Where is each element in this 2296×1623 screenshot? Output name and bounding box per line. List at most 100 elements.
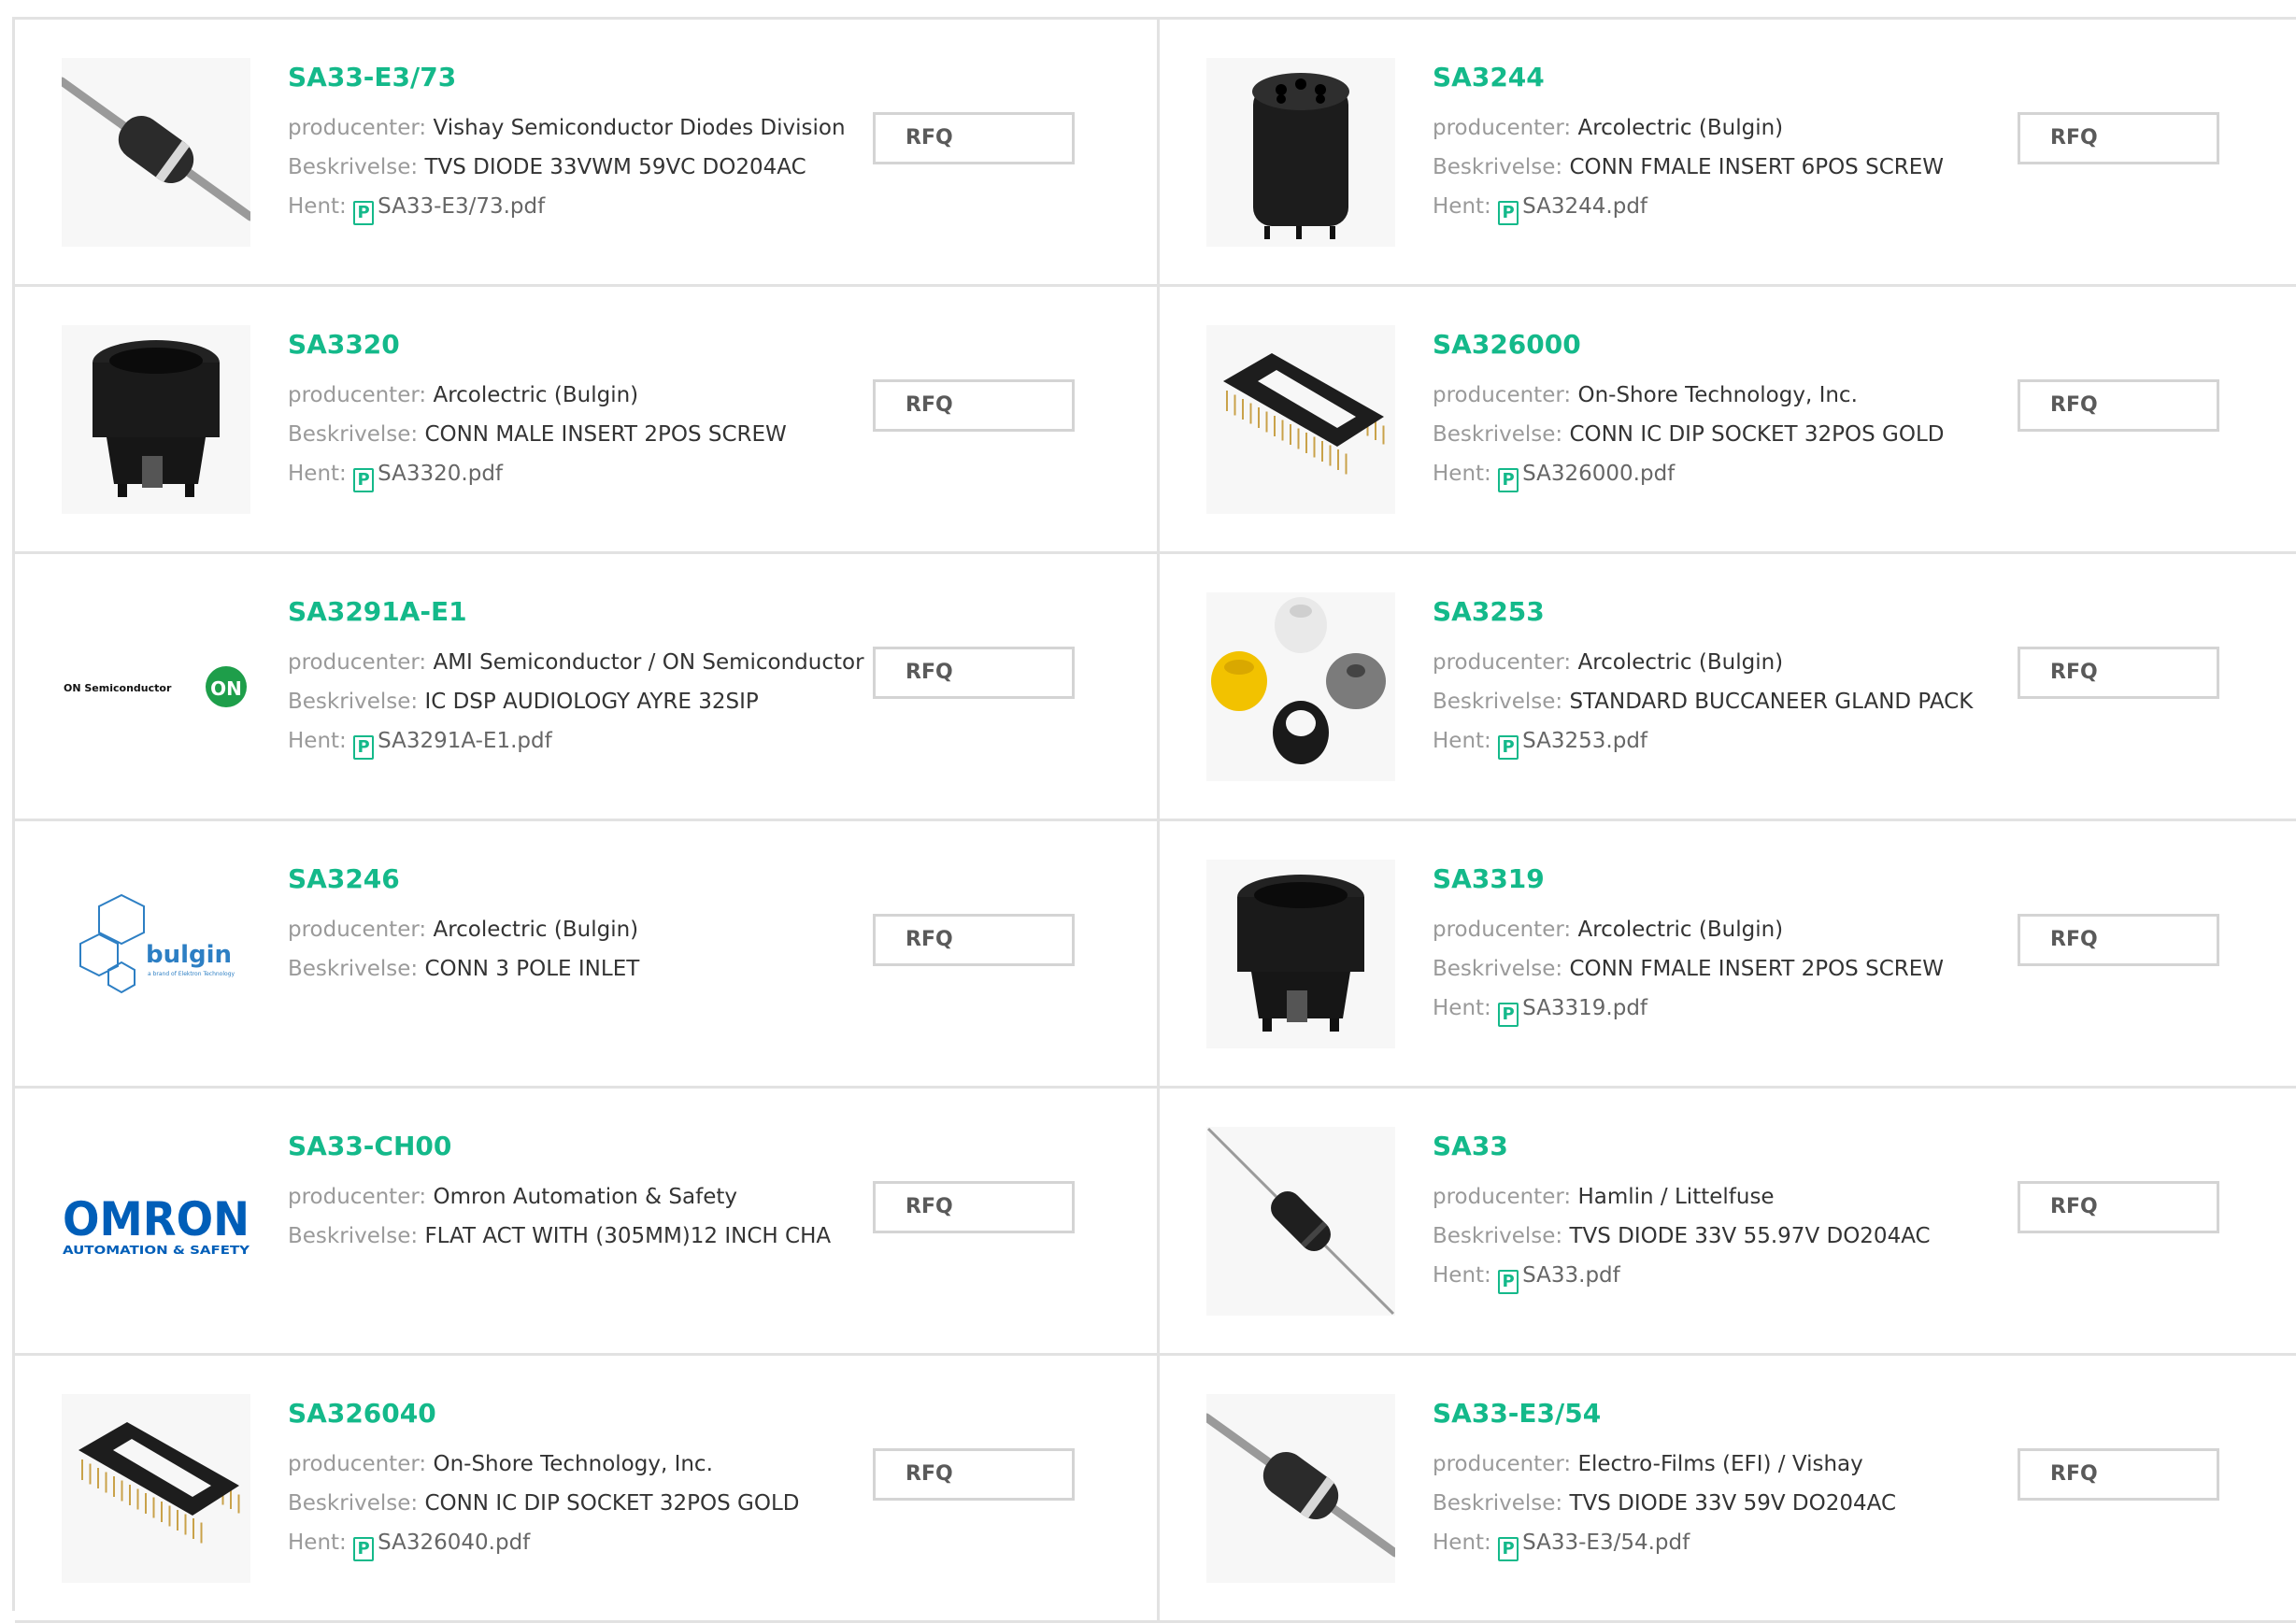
- product-info: SA3253 producenter: Arcolectric (Bulgin)…: [1433, 596, 2012, 761]
- part-number-link[interactable]: SA3244: [1433, 62, 2012, 93]
- pdf-icon[interactable]: P: [1498, 201, 1519, 225]
- rfq-button[interactable]: RFQ: [2018, 647, 2219, 699]
- download-line: Hent: P SA33-E3/54.pdf: [1433, 1523, 2012, 1562]
- description-label: Beskrivelse:: [1433, 1224, 1563, 1248]
- product-info: SA326000 producenter: On-Shore Technolog…: [1433, 329, 2012, 493]
- product-image[interactable]: [1206, 325, 1395, 514]
- description-label: Beskrivelse:: [288, 1491, 419, 1516]
- product-card-sa3246: bulgin a brand of Elektron Technology SA3…: [15, 821, 1160, 1089]
- download-label: Hent:: [1433, 996, 1491, 1020]
- description-value: IC DSP AUDIOLOGY AYRE 32SIP: [424, 690, 759, 714]
- rfq-button[interactable]: RFQ: [2018, 112, 2219, 164]
- part-number-link[interactable]: SA3253: [1433, 596, 2012, 628]
- download-line: Hent: P SA3253.pdf: [1433, 721, 2012, 761]
- datasheet-pdf-link[interactable]: SA33-E3/73.pdf: [378, 194, 545, 219]
- svg-text:ON Semiconductor: ON Semiconductor: [64, 682, 172, 694]
- product-image[interactable]: [62, 1394, 250, 1583]
- diode-icon: [62, 77, 250, 221]
- pdf-icon[interactable]: P: [1498, 1537, 1519, 1561]
- rfq-button[interactable]: RFQ: [2018, 1181, 2219, 1233]
- part-number-link[interactable]: SA3319: [1433, 863, 2012, 895]
- pdf-icon[interactable]: P: [353, 1537, 375, 1561]
- datasheet-pdf-link[interactable]: SA3319.pdf: [1522, 996, 1647, 1020]
- product-image[interactable]: [1206, 860, 1395, 1048]
- description-label: Beskrivelse:: [288, 690, 419, 714]
- rfq-button[interactable]: RFQ: [873, 647, 1075, 699]
- product-info: SA3291A-E1 producenter: AMI Semiconducto…: [288, 596, 867, 761]
- producer-label: producenter:: [288, 1185, 427, 1209]
- product-image[interactable]: [1206, 592, 1395, 781]
- product-image[interactable]: OMRON AUTOMATION & SAFETY: [62, 1127, 250, 1316]
- download-label: Hent:: [1433, 1530, 1491, 1555]
- description-label: Beskrivelse:: [288, 957, 419, 981]
- rfq-button[interactable]: RFQ: [873, 379, 1075, 432]
- rfq-button[interactable]: RFQ: [873, 914, 1075, 966]
- part-number-link[interactable]: SA326000: [1433, 329, 2012, 361]
- description-value: STANDARD BUCCANEER GLAND PACK: [1569, 690, 1974, 714]
- download-line: Hent: P SA33.pdf: [1433, 1256, 2012, 1295]
- diode-icon: [1206, 1127, 1395, 1316]
- product-info: SA3319 producenter: Arcolectric (Bulgin)…: [1433, 863, 2012, 1028]
- download-label: Hent:: [288, 462, 347, 486]
- pdf-icon[interactable]: P: [353, 201, 375, 225]
- part-number-link[interactable]: SA33: [1433, 1131, 2012, 1162]
- producer-label: producenter:: [288, 1452, 427, 1476]
- producer-value: On-Shore Technology, Inc.: [1577, 383, 1858, 407]
- datasheet-pdf-link[interactable]: SA3244.pdf: [1522, 194, 1647, 219]
- part-number-link[interactable]: SA326040: [288, 1398, 867, 1430]
- datasheet-pdf-link[interactable]: SA33-E3/54.pdf: [1522, 1530, 1690, 1555]
- description-line: Beskrivelse: CONN FMALE INSERT 2POS SCRE…: [1433, 949, 2012, 989]
- producer-value: Arcolectric (Bulgin): [1577, 116, 1784, 140]
- datasheet-pdf-link[interactable]: SA3253.pdf: [1522, 729, 1647, 753]
- rfq-button[interactable]: RFQ: [2018, 1448, 2219, 1501]
- producer-value: Vishay Semiconductor Diodes Division: [433, 116, 846, 140]
- part-number-link[interactable]: SA33-E3/73: [288, 62, 867, 93]
- description-value: CONN MALE INSERT 2POS SCREW: [424, 422, 787, 447]
- pdf-icon[interactable]: P: [1498, 1270, 1519, 1294]
- product-image[interactable]: [1206, 58, 1395, 247]
- product-card-sa3320: SA3320 producenter: Arcolectric (Bulgin)…: [15, 287, 1160, 554]
- producer-label: producenter:: [288, 116, 427, 140]
- producer-line: producenter: Arcolectric (Bulgin): [1433, 643, 2012, 682]
- rfq-button[interactable]: RFQ: [2018, 914, 2219, 966]
- pdf-icon[interactable]: P: [1498, 1003, 1519, 1027]
- download-label: Hent:: [1433, 729, 1491, 753]
- description-value: CONN 3 POLE INLET: [424, 957, 640, 981]
- datasheet-pdf-link[interactable]: SA3291A-E1.pdf: [378, 729, 552, 753]
- part-number-link[interactable]: SA33-CH00: [288, 1131, 867, 1162]
- pdf-icon[interactable]: P: [353, 735, 375, 760]
- rfq-button[interactable]: RFQ: [873, 112, 1075, 164]
- rfq-button[interactable]: RFQ: [873, 1181, 1075, 1233]
- producer-label: producenter:: [1433, 383, 1572, 407]
- product-image[interactable]: [62, 325, 250, 514]
- product-image[interactable]: [1206, 1127, 1395, 1316]
- pdf-icon[interactable]: P: [353, 468, 375, 492]
- pdf-icon[interactable]: P: [1498, 468, 1519, 492]
- description-label: Beskrivelse:: [288, 422, 419, 447]
- datasheet-pdf-link[interactable]: SA326040.pdf: [378, 1530, 530, 1555]
- download-line: Hent: P SA3320.pdf: [288, 454, 867, 493]
- product-image[interactable]: [1206, 1394, 1395, 1583]
- datasheet-pdf-link[interactable]: SA3320.pdf: [378, 462, 503, 486]
- description-value: TVS DIODE 33V 55.97V DO204AC: [1569, 1224, 1931, 1248]
- rfq-button[interactable]: RFQ: [873, 1448, 1075, 1501]
- product-image[interactable]: bulgin a brand of Elektron Technology: [62, 860, 250, 1048]
- download-label: Hent:: [288, 194, 347, 219]
- rfq-button[interactable]: RFQ: [2018, 379, 2219, 432]
- part-number-link[interactable]: SA33-E3/54: [1433, 1398, 2012, 1430]
- part-number-link[interactable]: SA3246: [288, 863, 867, 895]
- producer-label: producenter:: [1433, 116, 1572, 140]
- product-card-sa3319: SA3319 producenter: Arcolectric (Bulgin)…: [1160, 821, 2296, 1089]
- datasheet-pdf-link[interactable]: SA326000.pdf: [1522, 462, 1675, 486]
- download-label: Hent:: [1433, 1263, 1491, 1288]
- datasheet-pdf-link[interactable]: SA33.pdf: [1522, 1263, 1620, 1288]
- producer-line: producenter: Hamlin / Littelfuse: [1433, 1177, 2012, 1217]
- part-number-link[interactable]: SA3320: [288, 329, 867, 361]
- part-number-link[interactable]: SA3291A-E1: [288, 596, 867, 628]
- product-image[interactable]: [62, 58, 250, 247]
- producer-line: producenter: On-Shore Technology, Inc.: [288, 1445, 867, 1484]
- product-image[interactable]: ON Semiconductor ON: [62, 592, 250, 781]
- producer-label: producenter:: [1433, 918, 1572, 942]
- product-info: SA33-E3/54 producenter: Electro-Films (E…: [1433, 1398, 2012, 1562]
- pdf-icon[interactable]: P: [1498, 735, 1519, 760]
